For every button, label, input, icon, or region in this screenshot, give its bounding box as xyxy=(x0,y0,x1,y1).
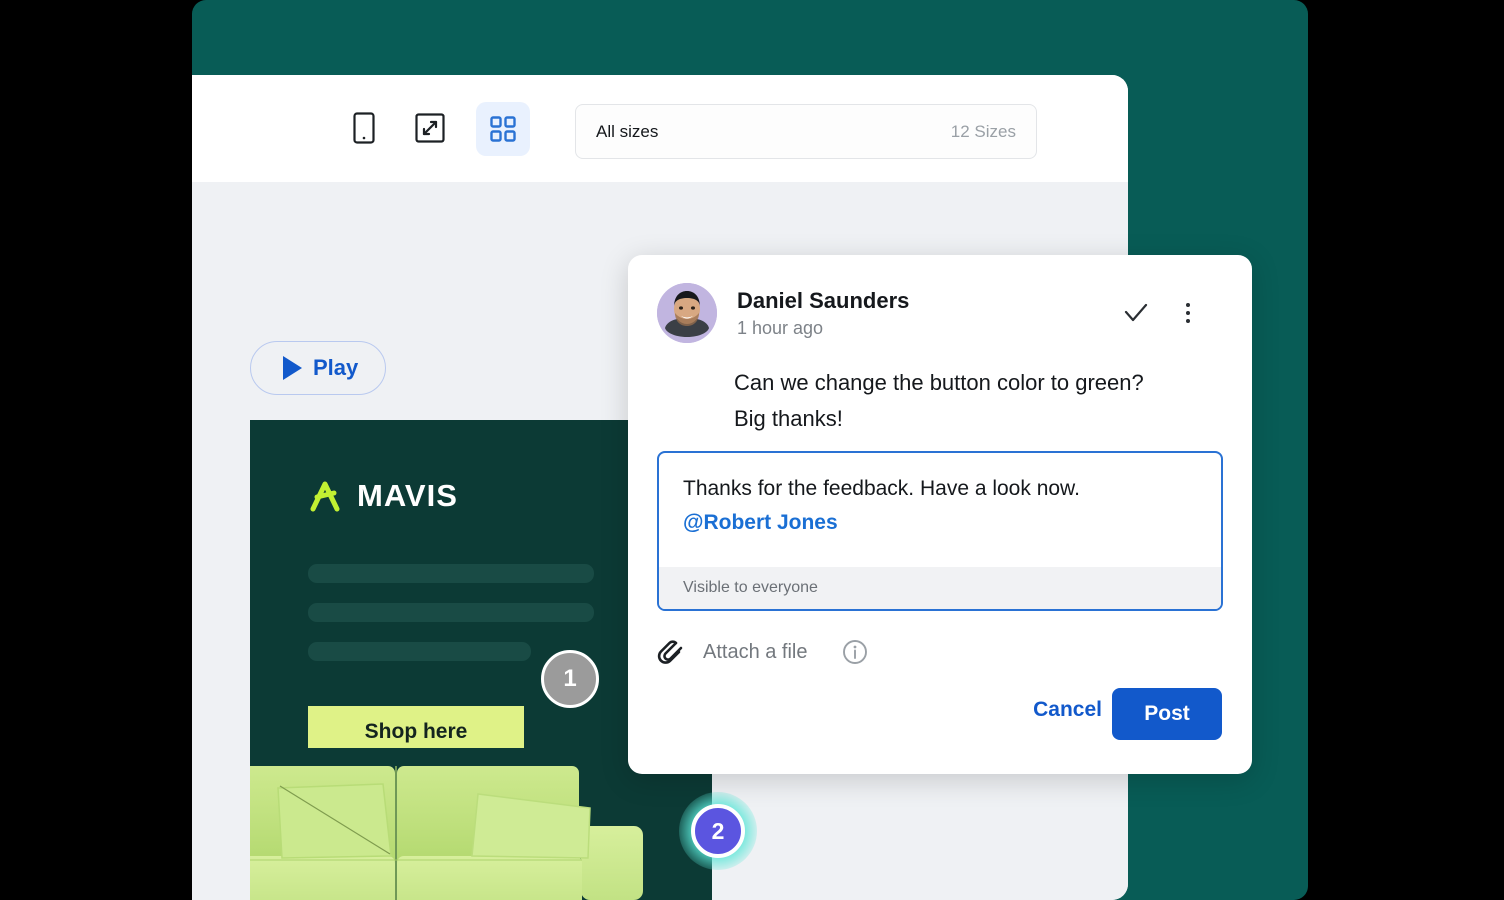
checkmark-icon[interactable] xyxy=(1120,297,1152,329)
attach-file-label: Attach a file xyxy=(703,640,808,663)
skeleton-bar xyxy=(308,603,594,622)
play-button-label: Play xyxy=(313,355,359,380)
attach-file-button[interactable]: Attach a file xyxy=(657,637,868,667)
comment-header: Daniel Saunders 1 hour ago xyxy=(657,283,909,343)
avatar xyxy=(657,283,717,343)
skeleton-bar xyxy=(308,642,531,661)
visibility-label: Visible to everyone xyxy=(659,567,1221,609)
annotation-marker-1[interactable]: 1 xyxy=(541,650,599,708)
size-select-dropdown[interactable]: All sizes 12 Sizes xyxy=(575,104,1037,159)
annotation-marker-2[interactable]: 2 xyxy=(691,804,745,858)
reply-input[interactable]: Thanks for the feedback. Have a look now… xyxy=(657,451,1223,611)
info-circle-icon[interactable] xyxy=(842,639,868,665)
reply-input-content: Thanks for the feedback. Have a look now… xyxy=(659,453,1221,540)
grid-view-icon[interactable] xyxy=(476,102,530,156)
brand-lockup: MAVIS xyxy=(307,478,458,514)
size-select-label: All sizes xyxy=(596,121,659,141)
cancel-button[interactable]: Cancel xyxy=(1033,698,1102,722)
reply-text: Thanks for the feedback. Have a look now… xyxy=(683,477,1080,500)
brand-name: MAVIS xyxy=(357,478,458,513)
play-triangle-icon xyxy=(283,356,302,380)
comment-author-name: Daniel Saunders xyxy=(737,287,910,313)
screenshot-stage: All sizes 12 Sizes Play MAVIS Shop here … xyxy=(0,0,1504,900)
play-button[interactable]: Play xyxy=(250,341,386,395)
comment-author-meta: Daniel Saunders 1 hour ago xyxy=(737,287,909,340)
comment-message: Can we change the button color to green?… xyxy=(734,365,1212,438)
comment-message-line-2: Big thanks! xyxy=(734,406,843,432)
reply-mention[interactable]: @Robert Jones xyxy=(683,506,1197,540)
paperclip-icon xyxy=(657,637,687,667)
skeleton-bar xyxy=(308,564,594,583)
kebab-menu-icon[interactable] xyxy=(1172,297,1204,329)
mobile-device-icon[interactable] xyxy=(347,111,381,145)
post-button[interactable]: Post xyxy=(1112,688,1222,740)
comment-card: Daniel Saunders 1 hour ago Can we change… xyxy=(628,255,1252,774)
mavis-a-logo-icon xyxy=(310,481,340,512)
comment-message-line-1: Can we change the button color to green? xyxy=(734,370,1144,395)
toolbar: All sizes 12 Sizes xyxy=(192,75,1128,182)
expand-diagonal-icon[interactable] xyxy=(413,111,447,145)
shop-here-label: Shop here xyxy=(364,720,468,743)
comment-timestamp: 1 hour ago xyxy=(737,318,824,339)
size-select-count: 12 Sizes xyxy=(950,121,1016,141)
